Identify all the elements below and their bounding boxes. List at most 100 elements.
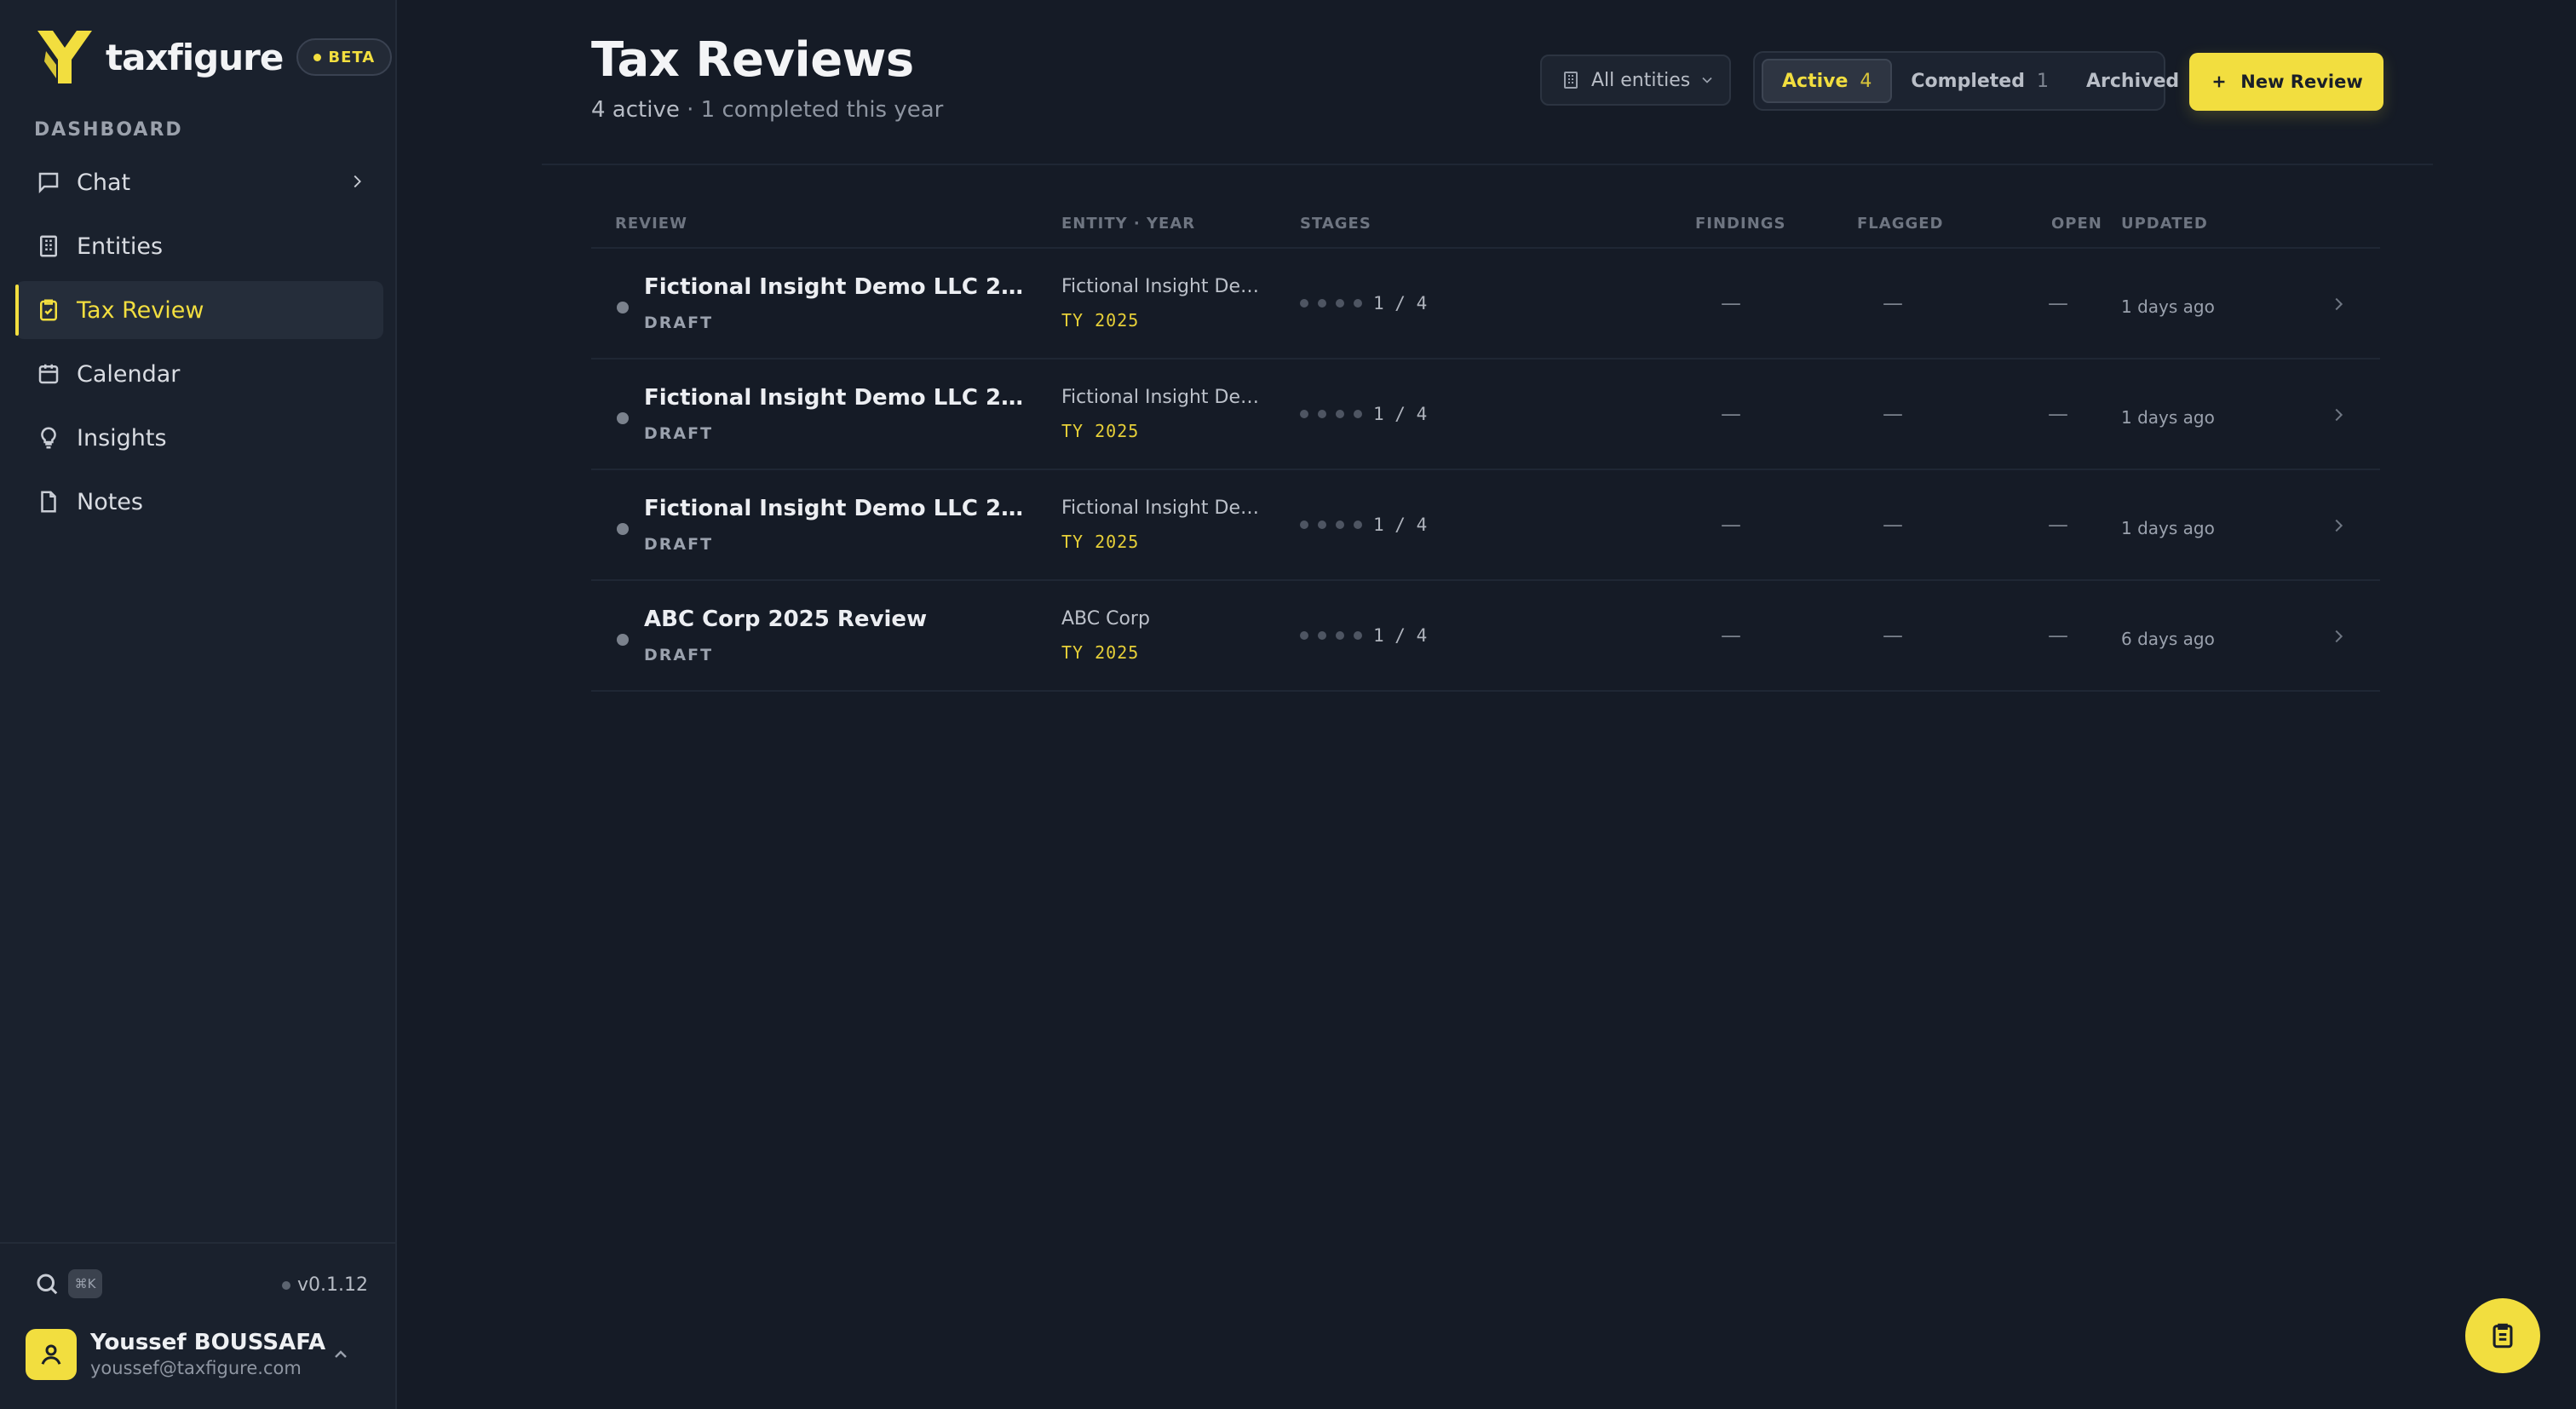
new-review-button[interactable]: New Review [2189, 53, 2383, 111]
entity-name: ABC Corp [1061, 608, 1150, 630]
tab-completed[interactable]: Completed 1 [1892, 59, 2067, 103]
chevron-right-icon [354, 175, 361, 188]
column-header-flagged[interactable]: FLAGGED [1857, 215, 1943, 233]
review-status: DRAFT [644, 424, 714, 443]
column-header-stages[interactable]: STAGES [1300, 215, 1371, 233]
column-header-entity-year[interactable]: ENTITY · YEAR [1061, 215, 1195, 233]
entity-filter-value: All entities [1591, 69, 1691, 91]
page-subtitle: 4 active · 1 completed this year [591, 97, 943, 123]
stage-count: 1 / 4 [1373, 404, 1428, 424]
review-status: DRAFT [644, 313, 714, 332]
keyboard-shortcut-badge: ⌘K [68, 1269, 102, 1298]
stage-dot-icon [1318, 299, 1326, 308]
chevron-right-icon[interactable] [2329, 405, 2348, 424]
tab-archived[interactable]: Archived [2067, 59, 2198, 103]
tab-count: 1 [2036, 70, 2049, 92]
stages-progress: 1 / 4 [1300, 293, 1427, 313]
stage-dot-icon [1336, 410, 1344, 418]
user-email: youssef@taxfigure.com [90, 1358, 302, 1378]
completed-count-text: · 1 completed this year [679, 97, 944, 123]
file-icon [41, 491, 56, 513]
flagged-value: — [1883, 624, 1903, 647]
taxfigure-logo-icon [37, 31, 92, 83]
chevron-right-icon[interactable] [2329, 516, 2348, 535]
sidebar-item-notes[interactable]: Notes [15, 473, 383, 531]
reviews-table: REVIEW ENTITY · YEAR STAGES FINDINGS FLA… [591, 204, 2380, 692]
review-name: Fictional Insight Demo LLC 2025 Review [644, 496, 1036, 521]
user-name: Youssef BOUSSAFA [90, 1330, 326, 1355]
column-header-open[interactable]: OPEN [2051, 215, 2102, 233]
findings-value: — [1721, 291, 1741, 315]
column-header-findings[interactable]: FINDINGS [1695, 215, 1786, 233]
review-name: Fictional Insight Demo LLC 2025 Review [644, 274, 1036, 300]
table-row[interactable]: Fictional Insight Demo LLC 2025 Review D… [591, 470, 2380, 581]
status-dot-icon [617, 302, 629, 313]
user-info: Youssef BOUSSAFA youssef@taxfigure.com [90, 1329, 325, 1380]
sidebar-item-label: Insights [77, 424, 167, 451]
sidebar-item-label: Notes [77, 488, 143, 515]
brand[interactable]: taxfigure BETA [34, 26, 393, 89]
sidebar-item-label: Calendar [77, 360, 181, 388]
table-row[interactable]: ABC Corp 2025 Review DRAFT ABC Corp TY 2… [591, 581, 2380, 692]
table-header: REVIEW ENTITY · YEAR STAGES FINDINGS FLA… [591, 204, 2380, 249]
user-menu[interactable]: Youssef BOUSSAFA youssef@taxfigure.com [26, 1329, 375, 1380]
building-icon [40, 235, 57, 257]
tab-label: Active [1782, 70, 1849, 92]
stage-dot-icon [1354, 299, 1362, 308]
sidebar-item-entities[interactable]: Entities [15, 217, 383, 275]
sidebar-item-label: Entities [77, 233, 164, 260]
review-status: DRAFT [644, 646, 714, 664]
clipboard-list-icon [2493, 1323, 2513, 1349]
building-icon [1564, 72, 1578, 89]
entity-name: Fictional Insight Demo LLC [1061, 276, 1274, 297]
stage-dot-icon [1300, 410, 1308, 418]
tab-active[interactable]: Active 4 [1762, 59, 1893, 103]
updated-value: 1 days ago [2121, 407, 2215, 428]
chevron-right-icon[interactable] [2329, 627, 2348, 646]
page-title: Tax Reviews [591, 32, 914, 88]
sidebar-item-insights[interactable]: Insights [15, 409, 383, 467]
entity-filter-select[interactable]: All entities [1540, 55, 1731, 106]
stage-dot-icon [1336, 520, 1344, 529]
stage-dot-icon [1318, 410, 1326, 418]
sidebar-item-label: Tax Review [77, 296, 204, 324]
column-header-review[interactable]: REVIEW [615, 215, 687, 233]
version-status-dot-icon [282, 1280, 290, 1290]
search-shortcut[interactable]: ⌘K [34, 1269, 102, 1298]
chevron-right-icon[interactable] [2329, 295, 2348, 313]
sidebar-item-tax-review[interactable]: Tax Review [15, 281, 383, 339]
stage-dot-icon [1336, 299, 1344, 308]
sidebar: taxfigure BETA DASHBOARD Chat Entities T… [0, 0, 397, 1409]
table-row[interactable]: Fictional Insight Demo LLC 2025 Review D… [591, 249, 2380, 359]
sidebar-item-calendar[interactable]: Calendar [15, 345, 383, 403]
tab-label: Completed [1911, 70, 2025, 92]
floating-clipboard-button[interactable] [2465, 1298, 2540, 1373]
status-tabs: Active 4 Completed 1 Archived [1753, 51, 2179, 111]
findings-value: — [1721, 624, 1741, 647]
column-header-updated[interactable]: UPDATED [2121, 215, 2208, 233]
updated-value: 1 days ago [2121, 296, 2215, 317]
stage-dot-icon [1300, 631, 1308, 640]
table-row[interactable]: Fictional Insight Demo LLC 2025 Review D… [591, 359, 2380, 470]
chevron-up-icon[interactable] [331, 1344, 351, 1365]
review-name: ABC Corp 2025 Review [644, 607, 928, 632]
stage-dot-icon [1300, 520, 1308, 529]
open-value: — [2048, 624, 2068, 647]
status-dot-icon [617, 523, 629, 535]
stage-dot-icon [1300, 299, 1308, 308]
stage-count: 1 / 4 [1373, 625, 1428, 646]
beta-dot-icon [313, 53, 322, 61]
entity-name: Fictional Insight Demo LLC [1061, 387, 1274, 408]
stage-dot-icon [1318, 631, 1326, 640]
flagged-value: — [1883, 291, 1903, 315]
open-value: — [2048, 513, 2068, 537]
flagged-value: — [1883, 513, 1903, 537]
sidebar-item-chat[interactable]: Chat [15, 153, 383, 211]
updated-value: 1 days ago [2121, 518, 2215, 538]
stages-progress: 1 / 4 [1300, 515, 1427, 535]
version-label: v0.1.12 [282, 1274, 368, 1296]
tab-count: 4 [1860, 70, 1872, 92]
message-square-icon [38, 172, 59, 194]
new-review-label: New Review [2240, 72, 2363, 92]
beta-badge: BETA [296, 38, 393, 76]
